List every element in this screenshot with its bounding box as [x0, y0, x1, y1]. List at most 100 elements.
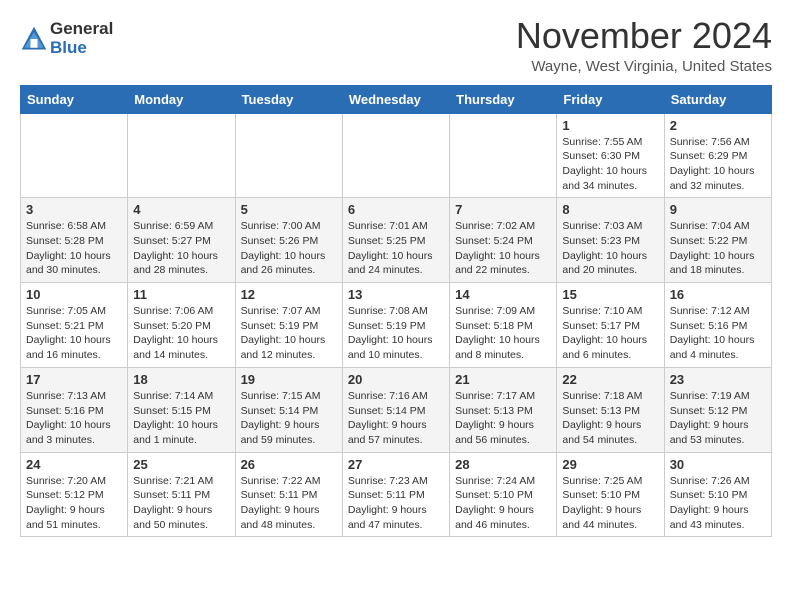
- calendar-cell: 30 Sunrise: 7:26 AMSunset: 5:10 PMDayligh…: [664, 452, 771, 537]
- day-info: Sunrise: 7:55 AMSunset: 6:30 PMDaylight:…: [562, 135, 658, 194]
- calendar-cell: [128, 113, 235, 198]
- calendar-cell: 27 Sunrise: 7:23 AMSunset: 5:11 PMDayligh…: [342, 452, 449, 537]
- calendar-cell: 20 Sunrise: 7:16 AMSunset: 5:14 PMDayligh…: [342, 367, 449, 452]
- day-info: Sunrise: 7:09 AMSunset: 5:18 PMDaylight:…: [455, 304, 551, 363]
- day-info: Sunrise: 7:12 AMSunset: 5:16 PMDaylight:…: [670, 304, 766, 363]
- day-number: 19: [241, 372, 337, 387]
- calendar-cell: 23 Sunrise: 7:19 AMSunset: 5:12 PMDayligh…: [664, 367, 771, 452]
- calendar-cell: 5 Sunrise: 7:00 AMSunset: 5:26 PMDaylight…: [235, 198, 342, 283]
- calendar-week-row: 10 Sunrise: 7:05 AMSunset: 5:21 PMDayligh…: [21, 283, 772, 368]
- location: Wayne, West Virginia, United States: [516, 58, 772, 75]
- day-info: Sunrise: 7:02 AMSunset: 5:24 PMDaylight:…: [455, 219, 551, 278]
- day-number: 18: [133, 372, 229, 387]
- header: General Blue November 2024 Wayne, West V…: [20, 16, 772, 75]
- day-info: Sunrise: 7:21 AMSunset: 5:11 PMDaylight:…: [133, 474, 229, 533]
- day-number: 14: [455, 287, 551, 302]
- day-info: Sunrise: 7:23 AMSunset: 5:11 PMDaylight:…: [348, 474, 444, 533]
- day-header-monday: Monday: [128, 85, 235, 113]
- day-number: 22: [562, 372, 658, 387]
- calendar-cell: 10 Sunrise: 7:05 AMSunset: 5:21 PMDayligh…: [21, 283, 128, 368]
- day-info: Sunrise: 7:00 AMSunset: 5:26 PMDaylight:…: [241, 219, 337, 278]
- calendar-cell: 2 Sunrise: 7:56 AMSunset: 6:29 PMDaylight…: [664, 113, 771, 198]
- day-number: 7: [455, 202, 551, 217]
- day-number: 11: [133, 287, 229, 302]
- day-number: 5: [241, 202, 337, 217]
- day-info: Sunrise: 6:58 AMSunset: 5:28 PMDaylight:…: [26, 219, 122, 278]
- day-info: Sunrise: 7:26 AMSunset: 5:10 PMDaylight:…: [670, 474, 766, 533]
- calendar-week-row: 17Sunrise: 7:13 AMSunset: 5:16 PMDayligh…: [21, 367, 772, 452]
- day-info: Sunrise: 6:59 AMSunset: 5:27 PMDaylight:…: [133, 219, 229, 278]
- day-info: Sunrise: 7:04 AMSunset: 5:22 PMDaylight:…: [670, 219, 766, 278]
- calendar-cell: 8Sunrise: 7:03 AMSunset: 5:23 PMDaylight…: [557, 198, 664, 283]
- day-number: 10: [26, 287, 122, 302]
- calendar-cell: [450, 113, 557, 198]
- day-number: 25: [133, 457, 229, 472]
- day-info: Sunrise: 7:17 AMSunset: 5:13 PMDaylight:…: [455, 389, 551, 448]
- calendar-cell: 22 Sunrise: 7:18 AMSunset: 5:13 PMDayligh…: [557, 367, 664, 452]
- day-header-friday: Friday: [557, 85, 664, 113]
- calendar-cell: 11 Sunrise: 7:06 AMSunset: 5:20 PMDayligh…: [128, 283, 235, 368]
- day-number: 12: [241, 287, 337, 302]
- calendar-cell: 7 Sunrise: 7:02 AMSunset: 5:24 PMDaylight…: [450, 198, 557, 283]
- day-number: 27: [348, 457, 444, 472]
- day-number: 23: [670, 372, 766, 387]
- day-number: 15: [562, 287, 658, 302]
- day-number: 13: [348, 287, 444, 302]
- calendar-cell: 21 Sunrise: 7:17 AMSunset: 5:13 PMDayligh…: [450, 367, 557, 452]
- calendar-cell: 17Sunrise: 7:13 AMSunset: 5:16 PMDayligh…: [21, 367, 128, 452]
- logo-general-text: General: [50, 20, 113, 39]
- day-info: Sunrise: 7:10 AMSunset: 5:17 PMDaylight:…: [562, 304, 658, 363]
- calendar-cell: 6Sunrise: 7:01 AMSunset: 5:25 PMDaylight…: [342, 198, 449, 283]
- day-info: Sunrise: 7:03 AMSunset: 5:23 PMDaylight:…: [562, 219, 658, 278]
- day-info: Sunrise: 7:05 AMSunset: 5:21 PMDaylight:…: [26, 304, 122, 363]
- day-header-sunday: Sunday: [21, 85, 128, 113]
- calendar-cell: [235, 113, 342, 198]
- calendar-cell: 16 Sunrise: 7:12 AMSunset: 5:16 PMDayligh…: [664, 283, 771, 368]
- day-number: 24: [26, 457, 122, 472]
- day-number: 30: [670, 457, 766, 472]
- month-title: November 2024: [516, 16, 772, 56]
- logo-icon: [20, 25, 48, 53]
- day-number: 16: [670, 287, 766, 302]
- calendar-cell: 24 Sunrise: 7:20 AMSunset: 5:12 PMDayligh…: [21, 452, 128, 537]
- calendar: SundayMondayTuesdayWednesdayThursdayFrid…: [20, 85, 772, 538]
- title-block: November 2024 Wayne, West Virginia, Unit…: [516, 16, 772, 75]
- day-info: Sunrise: 7:18 AMSunset: 5:13 PMDaylight:…: [562, 389, 658, 448]
- calendar-cell: 12 Sunrise: 7:07 AMSunset: 5:19 PMDayligh…: [235, 283, 342, 368]
- day-number: 17: [26, 372, 122, 387]
- day-info: Sunrise: 7:07 AMSunset: 5:19 PMDaylight:…: [241, 304, 337, 363]
- calendar-cell: 28Sunrise: 7:24 AMSunset: 5:10 PMDayligh…: [450, 452, 557, 537]
- calendar-cell: 14 Sunrise: 7:09 AMSunset: 5:18 PMDayligh…: [450, 283, 557, 368]
- day-info: Sunrise: 7:14 AMSunset: 5:15 PMDaylight:…: [133, 389, 229, 448]
- day-number: 29: [562, 457, 658, 472]
- calendar-cell: 26Sunrise: 7:22 AMSunset: 5:11 PMDayligh…: [235, 452, 342, 537]
- calendar-cell: 29 Sunrise: 7:25 AMSunset: 5:10 PMDayligh…: [557, 452, 664, 537]
- day-header-saturday: Saturday: [664, 85, 771, 113]
- logo: General Blue: [20, 20, 113, 57]
- logo-text: General Blue: [50, 20, 113, 57]
- calendar-cell: 18 Sunrise: 7:14 AMSunset: 5:15 PMDayligh…: [128, 367, 235, 452]
- day-info: Sunrise: 7:19 AMSunset: 5:12 PMDaylight:…: [670, 389, 766, 448]
- day-number: 26: [241, 457, 337, 472]
- calendar-cell: [342, 113, 449, 198]
- day-info: Sunrise: 7:56 AMSunset: 6:29 PMDaylight:…: [670, 135, 766, 194]
- day-info: Sunrise: 7:24 AMSunset: 5:10 PMDaylight:…: [455, 474, 551, 533]
- day-number: 21: [455, 372, 551, 387]
- day-info: Sunrise: 7:06 AMSunset: 5:20 PMDaylight:…: [133, 304, 229, 363]
- day-number: 3: [26, 202, 122, 217]
- day-header-thursday: Thursday: [450, 85, 557, 113]
- logo-blue-text: Blue: [50, 39, 113, 58]
- day-info: Sunrise: 7:25 AMSunset: 5:10 PMDaylight:…: [562, 474, 658, 533]
- calendar-cell: 19 Sunrise: 7:15 AMSunset: 5:14 PMDayligh…: [235, 367, 342, 452]
- calendar-cell: 25 Sunrise: 7:21 AMSunset: 5:11 PMDayligh…: [128, 452, 235, 537]
- day-number: 4: [133, 202, 229, 217]
- day-info: Sunrise: 7:16 AMSunset: 5:14 PMDaylight:…: [348, 389, 444, 448]
- calendar-cell: 1Sunrise: 7:55 AMSunset: 6:30 PMDaylight…: [557, 113, 664, 198]
- day-info: Sunrise: 7:20 AMSunset: 5:12 PMDaylight:…: [26, 474, 122, 533]
- calendar-cell: 4 Sunrise: 6:59 AMSunset: 5:27 PMDaylight…: [128, 198, 235, 283]
- day-info: Sunrise: 7:15 AMSunset: 5:14 PMDaylight:…: [241, 389, 337, 448]
- calendar-cell: 3 Sunrise: 6:58 AMSunset: 5:28 PMDaylight…: [21, 198, 128, 283]
- day-header-tuesday: Tuesday: [235, 85, 342, 113]
- day-number: 2: [670, 118, 766, 133]
- day-number: 20: [348, 372, 444, 387]
